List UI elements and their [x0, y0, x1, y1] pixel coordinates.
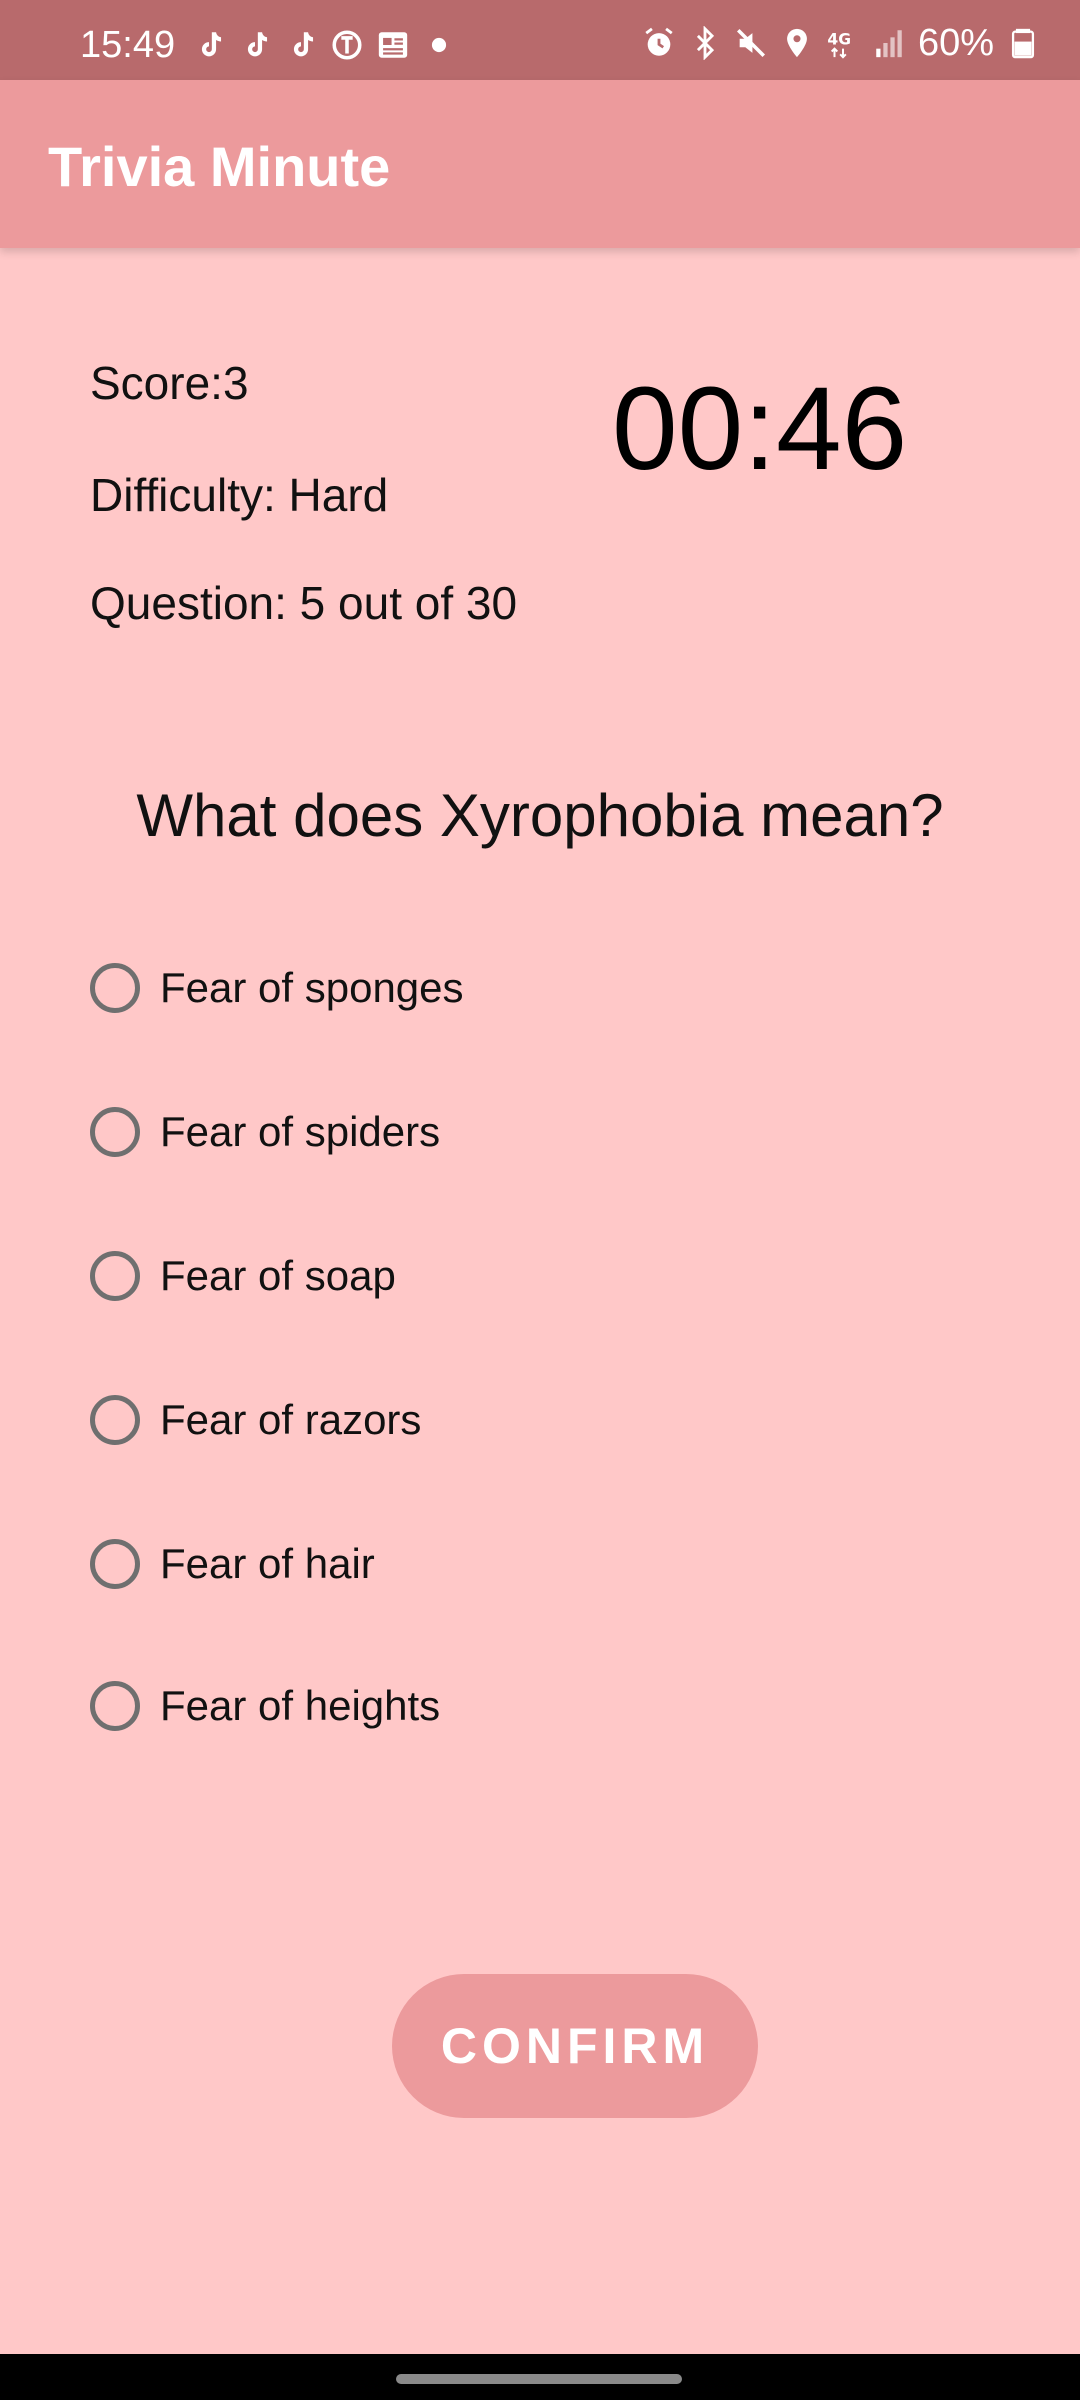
news-icon	[378, 32, 408, 58]
radio-button[interactable]	[90, 1251, 140, 1301]
navigation-bar	[0, 2354, 1080, 2400]
answer-option[interactable]: Fear of spiders	[90, 1102, 790, 1162]
radio-button[interactable]	[90, 1107, 140, 1157]
dot-icon	[431, 37, 447, 53]
countdown-timer: 00:46	[612, 363, 908, 495]
status-bar: 15:49 4G 60%	[0, 0, 1080, 80]
answer-option-label: Fear of hair	[160, 1540, 375, 1587]
tiktok-icon	[201, 32, 222, 57]
app-title: Trivia Minute	[48, 135, 391, 198]
radio-button[interactable]	[90, 1395, 140, 1445]
location-icon	[787, 28, 807, 58]
home-indicator[interactable]	[396, 2374, 682, 2384]
answer-option-label: Fear of heights	[160, 1682, 441, 1729]
answer-option[interactable]: Fear of heights	[90, 1676, 790, 1736]
status-time: 15:49	[80, 24, 176, 66]
answer-option-label: Fear of spiders	[160, 1108, 441, 1155]
answer-option[interactable]: Fear of sponges	[90, 958, 790, 1018]
mute-icon	[736, 28, 765, 58]
system-icons: 4G 60%	[642, 24, 1040, 62]
answer-option-label: Fear of razors	[160, 1396, 422, 1443]
answer-option-label: Fear of soap	[160, 1252, 396, 1299]
nytimes-icon	[332, 30, 362, 60]
confirm-button[interactable]: CONFIRM	[392, 1974, 758, 2118]
radio-button[interactable]	[90, 963, 140, 1013]
score-label: Score:3	[90, 357, 249, 409]
radio-button[interactable]	[90, 1539, 140, 1589]
svg-text:4G: 4G	[827, 30, 851, 48]
question-count-label: Question: 5 out of 30	[90, 577, 518, 629]
answer-option-label: Fear of sponges	[160, 964, 464, 1011]
app-bar: Trivia Minute	[0, 80, 1080, 248]
difficulty-label: Difficulty: Hard	[90, 469, 389, 521]
signal-icon	[876, 30, 902, 58]
answer-option[interactable]: Fear of soap	[90, 1246, 790, 1306]
bluetooth-icon	[696, 26, 715, 60]
question-text: What does Xyrophobia mean?	[136, 782, 944, 849]
answer-option[interactable]: Fear of razors	[90, 1390, 790, 1450]
alarm-icon	[645, 27, 673, 56]
battery-level: 60%	[917, 22, 994, 64]
battery-icon	[1011, 28, 1035, 59]
tiktok-icon	[293, 32, 314, 57]
radio-button[interactable]	[90, 1681, 140, 1731]
4g-icon: 4G	[827, 30, 851, 59]
answer-option[interactable]: Fear of hair	[90, 1534, 790, 1594]
notification-icons	[192, 28, 456, 62]
tiktok-icon	[247, 32, 268, 57]
